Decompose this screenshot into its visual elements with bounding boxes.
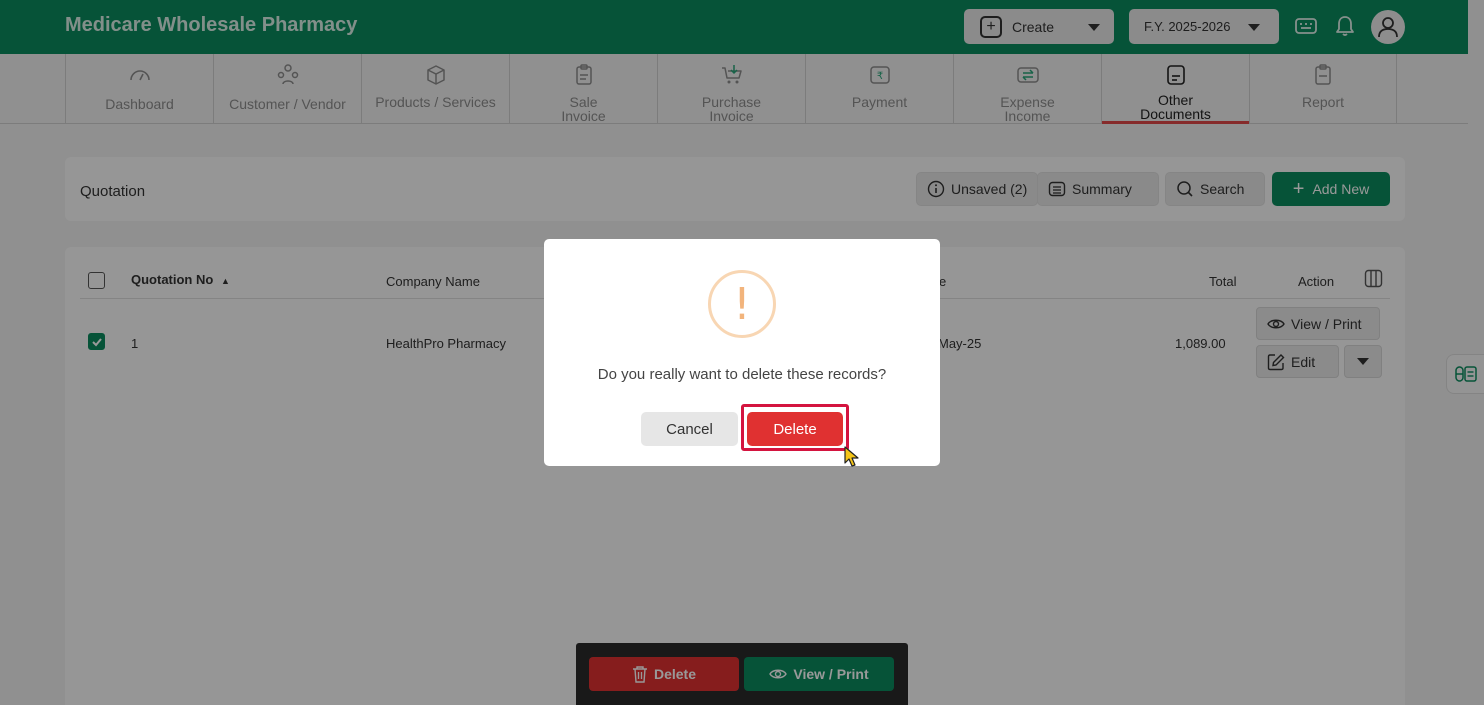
warning-glyph: ! — [733, 278, 751, 330]
dialog-message: Do you really want to delete these recor… — [597, 366, 887, 383]
delete-confirm-dialog: ! Do you really want to delete these rec… — [544, 239, 940, 466]
cancel-button[interactable]: Cancel — [641, 412, 738, 446]
warning-icon: ! — [708, 270, 776, 338]
mouse-cursor-icon — [844, 446, 859, 467]
confirm-delete-button[interactable]: Delete — [747, 412, 843, 446]
